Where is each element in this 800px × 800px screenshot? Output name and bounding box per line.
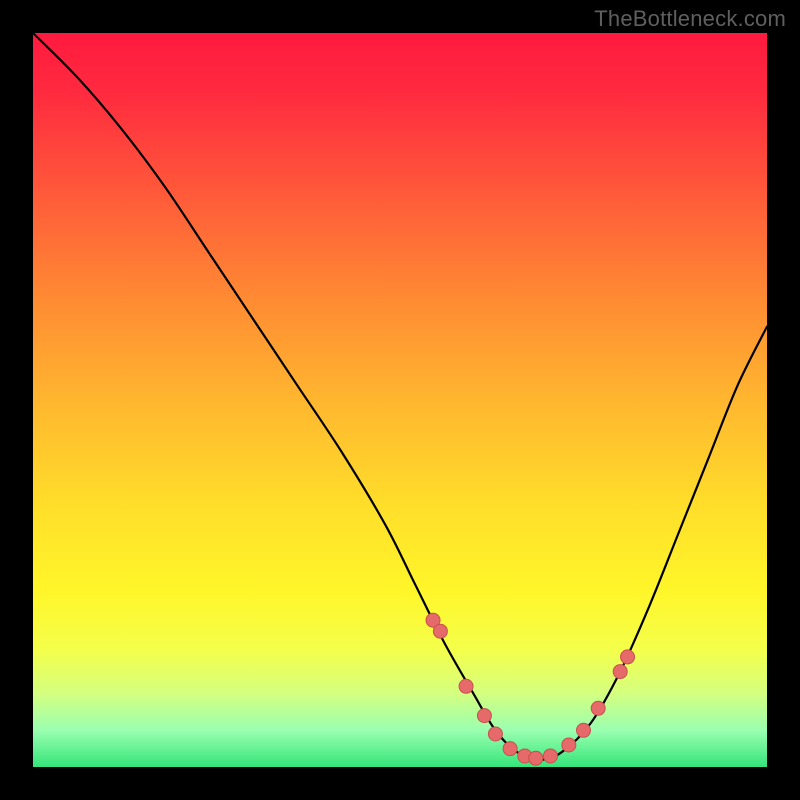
chart-svg (33, 33, 767, 767)
marker-dot (577, 723, 591, 737)
sample-markers (426, 613, 635, 765)
marker-dot (433, 624, 447, 638)
marker-dot (613, 665, 627, 679)
watermark-text: TheBottleneck.com (594, 6, 786, 32)
marker-dot (543, 749, 557, 763)
marker-dot (621, 650, 635, 664)
marker-dot (591, 701, 605, 715)
marker-dot (488, 727, 502, 741)
plot-area (33, 33, 767, 767)
marker-dot (503, 742, 517, 756)
outer-frame: TheBottleneck.com (0, 0, 800, 800)
marker-dot (529, 751, 543, 765)
marker-dot (477, 709, 491, 723)
bottleneck-curve (33, 33, 767, 760)
marker-dot (562, 738, 576, 752)
marker-dot (459, 679, 473, 693)
